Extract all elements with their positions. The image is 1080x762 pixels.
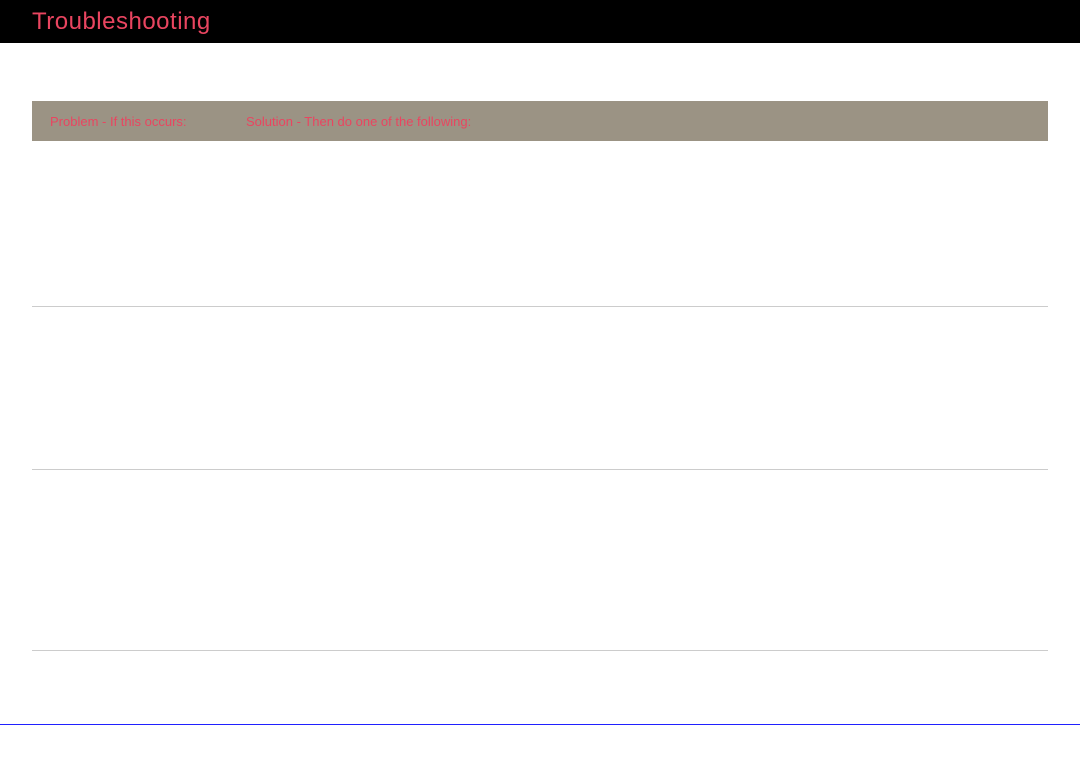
content-area: Problem - If this occurs: Solution - The…: [0, 43, 1080, 651]
page-header: Troubleshooting: [0, 0, 1080, 43]
column-header-solution: Solution - Then do one of the following:: [246, 114, 471, 129]
table-row: [32, 470, 1048, 651]
page-title: Troubleshooting: [32, 8, 211, 36]
table-row: [32, 141, 1048, 307]
table-header-row: Problem - If this occurs: Solution - The…: [32, 101, 1048, 141]
table-row: [32, 307, 1048, 470]
footer-divider: [0, 724, 1080, 725]
column-header-problem: Problem - If this occurs:: [50, 114, 246, 129]
